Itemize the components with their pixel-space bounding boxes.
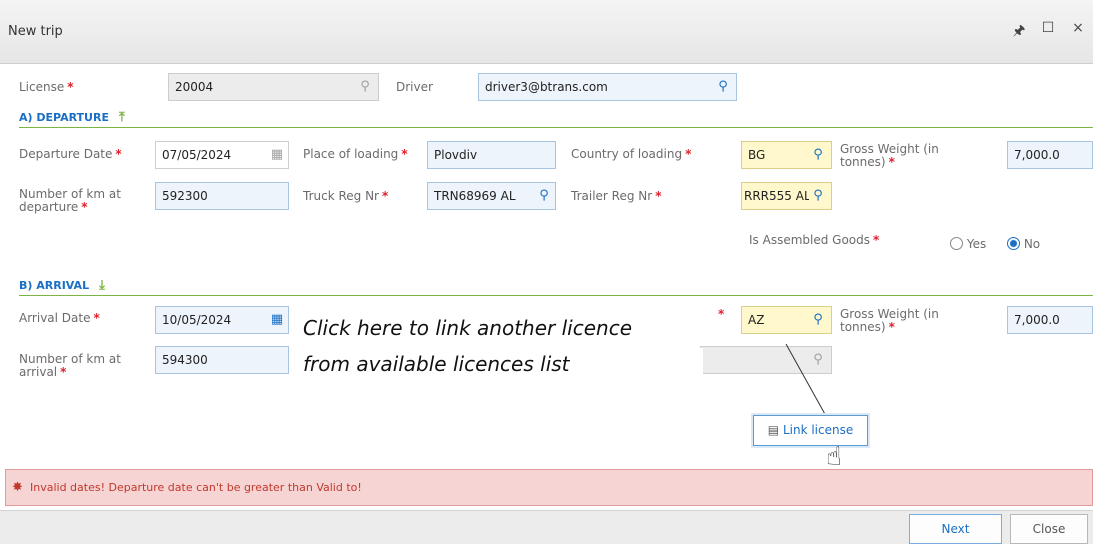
country-of-loading-label: Country of loading * — [571, 147, 692, 161]
assembled-goods-label: Is Assembled Goods * — [749, 233, 880, 247]
km-departure-label: Number of km at departure * — [19, 187, 121, 214]
country-of-unloading-required-mark: * — [718, 307, 725, 321]
license-field[interactable]: 20004 ⚲ — [168, 73, 379, 101]
search-icon[interactable]: ⚲ — [809, 183, 827, 209]
search-icon[interactable]: ⚲ — [714, 74, 732, 100]
gross-weight-departure-field[interactable]: 7,000.0 — [1007, 141, 1093, 169]
radio-no[interactable] — [1007, 237, 1020, 250]
search-icon[interactable]: ⚲ — [535, 183, 553, 209]
gross-weight-arrival-label: Gross Weight (in tonnes) * — [840, 307, 939, 334]
link-license-button[interactable]: ▤ Link license — [753, 415, 868, 446]
search-icon[interactable]: ⚲ — [809, 307, 827, 333]
arrival-date-label: Arrival Date * — [19, 311, 100, 325]
callout-line-2: from available licences list — [303, 348, 703, 381]
trailer-reg-label: Trailer Reg Nr * — [571, 189, 662, 203]
km-arrival-label: Number of km at arrival * — [19, 352, 121, 379]
calendar-icon[interactable]: ▦ — [268, 142, 286, 168]
km-departure-field[interactable]: 592300 — [155, 182, 289, 210]
arrival-date-field[interactable]: 10/05/2024 ▦ — [155, 306, 289, 334]
assembled-yes-option[interactable]: Yes — [950, 237, 986, 251]
window-titlebar — [0, 0, 1093, 64]
place-of-loading-field[interactable]: Plovdiv — [427, 141, 556, 169]
download-arrow-icon[interactable]: ⤓ — [99, 278, 105, 293]
departure-section-header: A) DEPARTURE ⤒ — [19, 110, 1093, 128]
window-title: New trip — [8, 24, 63, 39]
next-button[interactable]: Next — [909, 514, 1002, 544]
callout-pointer-line — [785, 343, 827, 417]
error-icon: ✸ — [12, 480, 23, 495]
maximize-button[interactable]: ☐ — [1039, 20, 1057, 36]
truck-reg-label: Truck Reg Nr * — [303, 189, 389, 203]
search-icon[interactable]: ⚲ — [356, 74, 374, 100]
driver-label: Driver — [396, 80, 433, 94]
document-icon: ▤ — [767, 423, 780, 437]
close-button[interactable]: Close — [1010, 514, 1088, 544]
country-of-unloading-field[interactable]: AZ ⚲ — [741, 306, 832, 334]
calendar-icon[interactable]: ▦ — [268, 307, 286, 333]
arrival-section-header: B) ARRIVAL ⤓ — [19, 278, 1093, 296]
driver-field[interactable]: driver3@btrans.com ⚲ — [478, 73, 737, 101]
pin-icon[interactable]: 🖈 — [1010, 20, 1028, 44]
license-label: License * — [19, 80, 74, 94]
callout-line-1: Click here to link another licence — [303, 312, 713, 345]
trailer-reg-field[interactable]: RRR555 AL ⚲ — [741, 182, 832, 210]
assembled-no-option[interactable]: No — [1007, 237, 1040, 251]
search-icon[interactable]: ⚲ — [809, 142, 827, 168]
close-window-button[interactable]: × — [1069, 20, 1087, 36]
truck-reg-field[interactable]: TRN68969 AL ⚲ — [427, 182, 556, 210]
departure-date-label: Departure Date * — [19, 147, 122, 161]
upload-arrow-icon[interactable]: ⤒ — [119, 110, 125, 125]
km-arrival-field[interactable]: 594300 — [155, 346, 289, 374]
error-message-bar: ✸ Invalid dates! Departure date can't be… — [5, 469, 1093, 506]
place-of-loading-label: Place of loading * — [303, 147, 408, 161]
radio-yes[interactable] — [950, 237, 963, 250]
hand-cursor-icon: ☝ — [826, 442, 842, 472]
gross-weight-departure-label: Gross Weight (in tonnes) * — [840, 142, 939, 169]
country-of-loading-field[interactable]: BG ⚲ — [741, 141, 832, 169]
departure-date-field[interactable]: 07/05/2024 ▦ — [155, 141, 289, 169]
gross-weight-arrival-field[interactable]: 7,000.0 — [1007, 306, 1093, 334]
